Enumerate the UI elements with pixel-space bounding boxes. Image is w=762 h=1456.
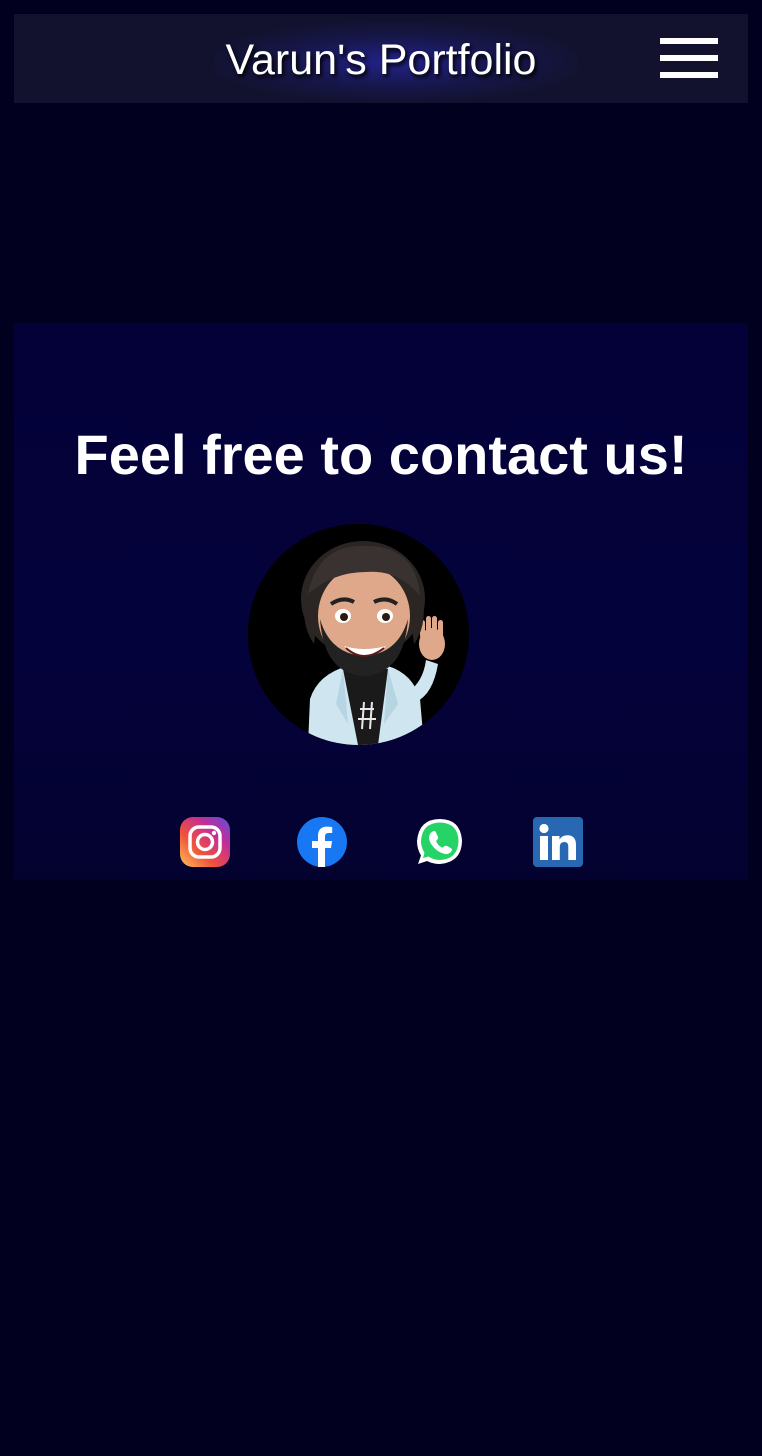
facebook-link[interactable]: [296, 816, 348, 868]
avatar-memoji-icon: [248, 524, 469, 745]
site-title: Varun's Portfolio: [225, 36, 537, 84]
contact-heading: Feel free to contact us!: [74, 423, 688, 486]
facebook-icon: [297, 817, 347, 867]
whatsapp-link[interactable]: [414, 816, 466, 868]
menu-bar-middle: [660, 55, 718, 61]
instagram-icon: [180, 817, 230, 867]
whatsapp-icon: [417, 819, 462, 864]
avatar: [248, 524, 469, 745]
hamburger-menu-button[interactable]: [660, 38, 718, 78]
menu-bar-bottom: [660, 72, 718, 78]
linkedin-icon: [533, 817, 583, 867]
contact-section: Feel free to contact us!: [14, 323, 748, 880]
menu-bar-top: [660, 38, 718, 44]
instagram-link[interactable]: [179, 816, 231, 868]
linkedin-link[interactable]: [532, 816, 584, 868]
site-header: Varun's Portfolio: [14, 14, 748, 103]
